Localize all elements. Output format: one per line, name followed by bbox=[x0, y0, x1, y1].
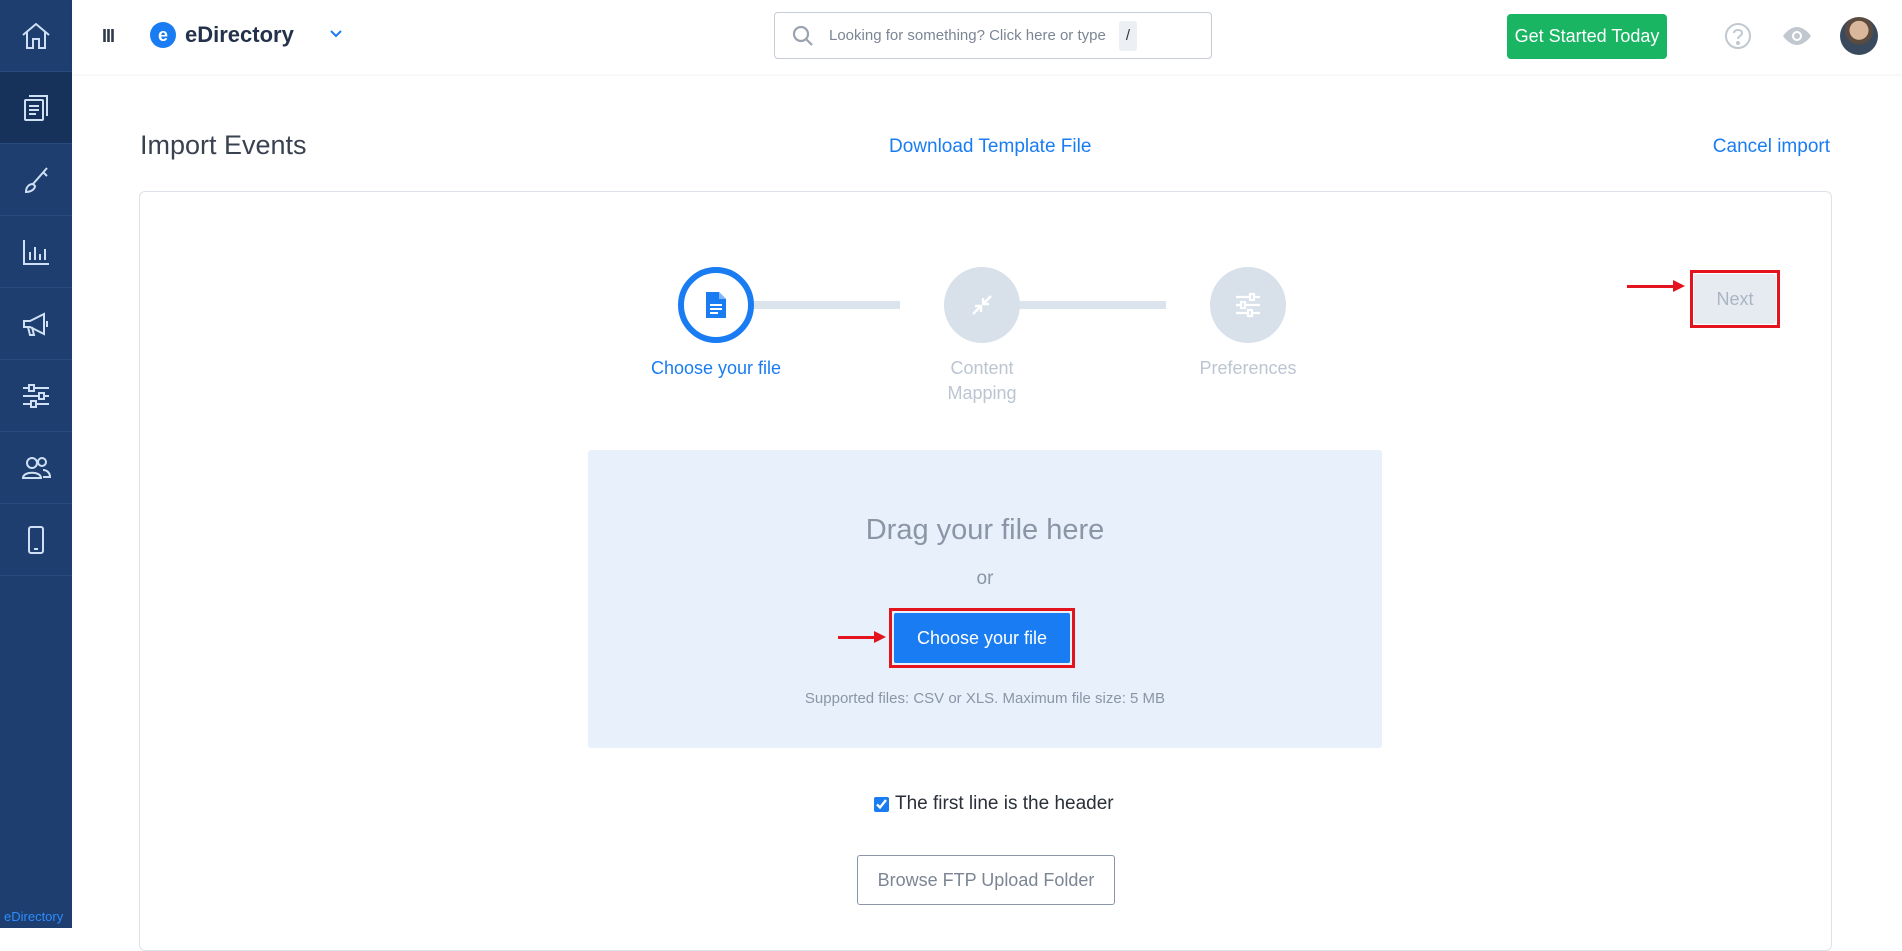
sidebar-item-content[interactable] bbox=[0, 72, 72, 144]
step-preferences bbox=[1210, 267, 1286, 343]
search-input[interactable] bbox=[829, 27, 1119, 44]
collapse-arrows-icon bbox=[972, 295, 992, 315]
brand-switcher[interactable]: e eDirectory bbox=[150, 22, 294, 48]
get-started-button[interactable]: Get Started Today bbox=[1507, 14, 1667, 59]
help-icon[interactable] bbox=[1724, 22, 1752, 50]
sidebar: eDirectory bbox=[0, 0, 72, 928]
settings-sliders-icon bbox=[23, 383, 49, 408]
chevron-down-icon[interactable] bbox=[328, 26, 344, 42]
mobile-icon bbox=[28, 525, 44, 554]
users-icon bbox=[21, 456, 52, 479]
annotation-arrow bbox=[838, 631, 886, 643]
file-icon bbox=[706, 292, 726, 318]
search-box[interactable]: / bbox=[774, 12, 1212, 59]
file-dropzone[interactable]: Drag your file here or Choose your file … bbox=[588, 450, 1382, 748]
brush-icon bbox=[24, 166, 48, 193]
header-row-option[interactable]: The first line is the header bbox=[874, 793, 1114, 815]
dropzone-note: Supported files: CSV or XLS. Maximum fil… bbox=[804, 690, 1166, 707]
brand-name: eDirectory bbox=[185, 22, 294, 47]
cancel-import-link[interactable]: Cancel import bbox=[1713, 136, 1830, 158]
content-icon bbox=[24, 94, 48, 121]
sliders-icon bbox=[1236, 292, 1260, 318]
dropzone-title: Drag your file here bbox=[865, 514, 1105, 546]
sidebar-item-users[interactable] bbox=[0, 432, 72, 504]
annotation-highlight-box bbox=[889, 608, 1075, 668]
user-avatar[interactable] bbox=[1840, 17, 1878, 55]
browse-ftp-button[interactable]: Browse FTP Upload Folder bbox=[857, 855, 1115, 905]
header-row-label: The first line is the header bbox=[895, 793, 1114, 814]
brand-logo: e bbox=[150, 22, 176, 48]
step-label-preferences: Preferences bbox=[1199, 358, 1297, 378]
step-content-mapping bbox=[944, 267, 1020, 343]
search-icon bbox=[792, 25, 813, 46]
eye-icon[interactable] bbox=[1780, 24, 1814, 48]
annotation-arrow bbox=[1627, 280, 1685, 292]
import-card: Choose your file Content Mapping Prefere… bbox=[139, 191, 1832, 951]
sidebar-item-promote[interactable] bbox=[0, 288, 72, 360]
step-label-choose-file: Choose your file bbox=[650, 358, 782, 378]
sidebar-item-reports[interactable] bbox=[0, 216, 72, 288]
menu-toggle-button[interactable]: III bbox=[102, 26, 115, 47]
sidebar-item-home[interactable] bbox=[0, 0, 72, 72]
page-title: Import Events bbox=[140, 130, 307, 160]
megaphone-icon bbox=[23, 311, 48, 336]
sidebar-brand-label: eDirectory bbox=[4, 909, 64, 924]
header-row-checkbox[interactable] bbox=[874, 796, 889, 812]
sidebar-item-design[interactable] bbox=[0, 144, 72, 216]
search-shortcut-key: / bbox=[1119, 20, 1137, 51]
download-template-link[interactable]: Download Template File bbox=[889, 136, 1091, 158]
annotation-highlight-box bbox=[1690, 270, 1780, 328]
home-icon bbox=[22, 22, 50, 49]
step-choose-file bbox=[678, 267, 754, 343]
sidebar-item-settings[interactable] bbox=[0, 360, 72, 432]
step-label-content-mapping: Content Mapping bbox=[947, 358, 1017, 403]
dropzone-or: or bbox=[976, 568, 994, 589]
reports-icon bbox=[23, 239, 49, 265]
sidebar-item-mobile[interactable] bbox=[0, 504, 72, 576]
top-bar: III e eDirectory / Get Started Today bbox=[72, 0, 1902, 74]
page-header: Import Events Download Template File Can… bbox=[140, 130, 1832, 166]
